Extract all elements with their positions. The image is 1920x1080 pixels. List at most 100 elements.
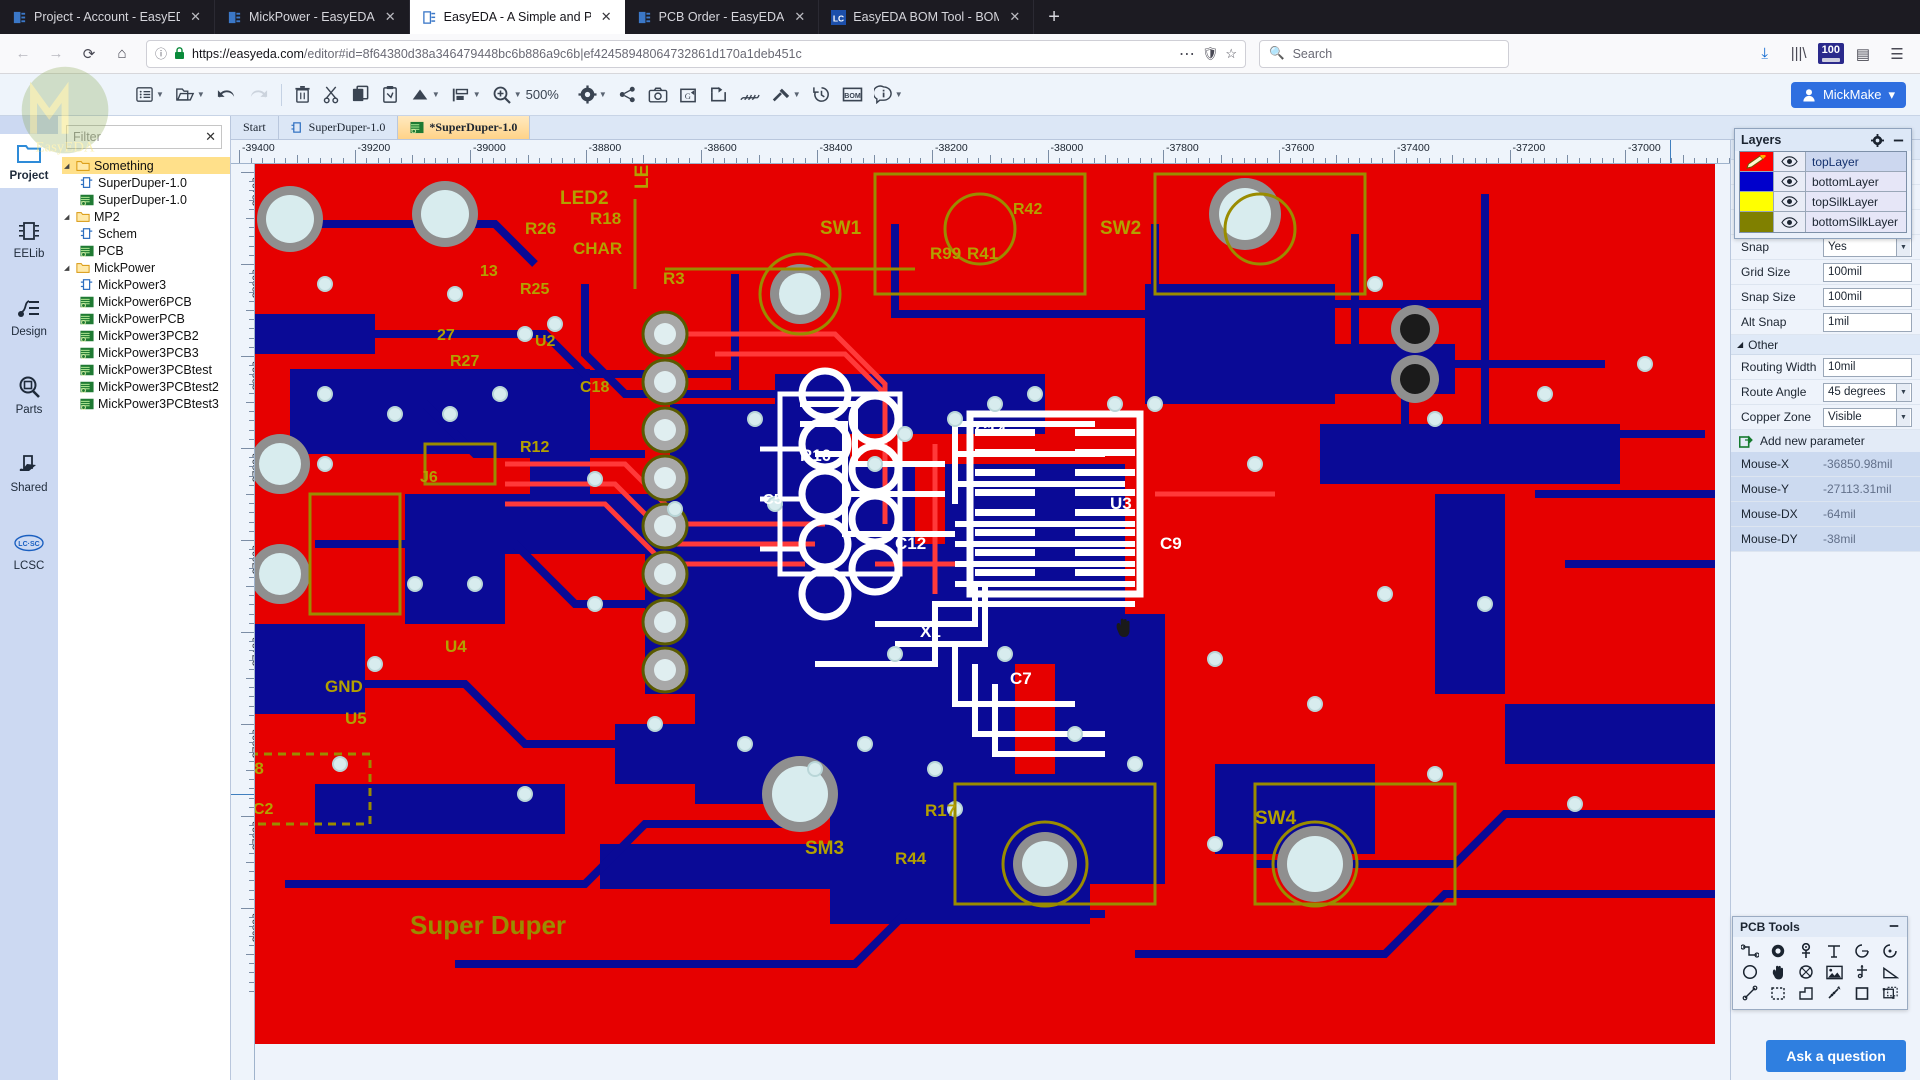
- via-icon[interactable]: [1764, 941, 1791, 961]
- image-icon[interactable]: [1820, 962, 1847, 982]
- back-icon[interactable]: ←: [8, 40, 38, 68]
- angle-icon[interactable]: [1877, 962, 1904, 982]
- property-value-select[interactable]: Yes: [1823, 238, 1912, 257]
- dimension-icon[interactable]: [1849, 962, 1876, 982]
- open-folder-button[interactable]: ▼: [170, 82, 210, 107]
- close-icon[interactable]: ✕: [791, 9, 808, 25]
- browser-tab[interactable]: MickPower - EasyEDA ✕: [215, 0, 410, 34]
- bookmark-star-icon[interactable]: ☆: [1225, 46, 1237, 62]
- chevron-down-icon[interactable]: ▼: [895, 90, 903, 99]
- chevron-down-icon[interactable]: ▼: [432, 90, 440, 99]
- ask-a-question-button[interactable]: Ask a question: [1766, 1040, 1906, 1072]
- horizontal-ruler[interactable]: -39400-39200-39000-38800-38600-38400-382…: [231, 140, 1920, 164]
- pcb-canvas[interactable]: LED2LED1R26R18CHARR3SW1SW2R251327U2C18R1…: [255, 164, 1920, 1080]
- tree-item-superduper-1.0[interactable]: SuperDuper-1.0: [62, 191, 230, 208]
- sidebar-item-lcsc[interactable]: LC·SC LCSC: [0, 524, 58, 578]
- copper-area-icon[interactable]: [1792, 962, 1819, 982]
- download-icon[interactable]: ⤓: [1750, 40, 1780, 68]
- user-account-button[interactable]: MickMake ▾: [1791, 82, 1906, 108]
- tree-item-schem[interactable]: Schem: [62, 225, 230, 242]
- sidebar-icon[interactable]: ▤: [1848, 40, 1878, 68]
- home-icon[interactable]: ⌂: [107, 40, 137, 68]
- tab-pcb-active[interactable]: *SuperDuper-1.0: [398, 116, 530, 139]
- chevron-down-icon[interactable]: ▼: [793, 90, 801, 99]
- browser-tab[interactable]: LC EasyEDA BOM Tool - BOM Sear ✕: [819, 0, 1034, 34]
- align-button[interactable]: ▼: [446, 83, 486, 107]
- circle-icon[interactable]: [1736, 962, 1763, 982]
- tree-item-superduper-1.0[interactable]: SuperDuper-1.0: [62, 174, 230, 191]
- clear-filter-icon[interactable]: ✕: [205, 129, 216, 145]
- hand-icon[interactable]: [1764, 962, 1791, 982]
- layer-row-topSilkLayer[interactable]: topSilkLayer: [1740, 192, 1906, 212]
- library-icon[interactable]: |||\: [1784, 40, 1814, 68]
- protractor-icon[interactable]: [1820, 983, 1847, 1003]
- tree-item-mickpower3[interactable]: MickPower3: [62, 276, 230, 293]
- layer-row-bottomSilkLayer[interactable]: bottomSilkLayer: [1740, 212, 1906, 232]
- sidebar-item-shared[interactable]: Shared: [0, 446, 58, 500]
- cut-button[interactable]: [317, 82, 345, 107]
- bom-button[interactable]: BOM: [837, 83, 868, 106]
- vertical-ruler[interactable]: -28400-28200-28000-27800-27600-27400-272…: [231, 164, 255, 1080]
- tree-item-pcb[interactable]: PCB: [62, 242, 230, 259]
- search-bar[interactable]: 🔍 Search: [1259, 40, 1509, 68]
- layer-color-swatch[interactable]: [1740, 172, 1774, 191]
- chevron-down-icon[interactable]: ▼: [197, 90, 205, 99]
- arc-center-icon[interactable]: [1877, 941, 1904, 961]
- delete-button[interactable]: [289, 82, 316, 107]
- sidebar-item-project[interactable]: Project: [0, 134, 58, 188]
- layer-visibility-toggle[interactable]: [1774, 172, 1806, 191]
- info-button[interactable]: ▼: [869, 82, 908, 107]
- browser-tab[interactable]: Project - Account - EasyEDA ✕: [0, 0, 215, 34]
- property-value-select[interactable]: Visible: [1823, 408, 1912, 427]
- tree-folder-something[interactable]: ◢Something: [62, 157, 230, 174]
- tree-folder-mickpower[interactable]: ◢MickPower: [62, 259, 230, 276]
- solid-region-icon[interactable]: [1764, 983, 1791, 1003]
- route-button[interactable]: [734, 83, 765, 107]
- chevron-down-icon[interactable]: ◢: [1737, 340, 1743, 349]
- measure-button[interactable]: ▼: [405, 83, 445, 107]
- tree-item-mickpower3pcbtest3[interactable]: MickPower3PCBtest3: [62, 395, 230, 412]
- tree-item-mickpower3pcb2[interactable]: MickPower3PCB2: [62, 327, 230, 344]
- pad-icon[interactable]: [1792, 941, 1819, 961]
- property-value-input[interactable]: 100mil: [1823, 263, 1912, 282]
- text-icon[interactable]: [1820, 941, 1847, 961]
- settings-gear-button[interactable]: ▼: [573, 82, 612, 107]
- tree-item-mickpower3pcbtest2[interactable]: MickPower3PCBtest2: [62, 378, 230, 395]
- sidebar-item-parts[interactable]: Parts: [0, 368, 58, 422]
- line-icon[interactable]: [1736, 983, 1763, 1003]
- chevron-down-icon[interactable]: ▼: [156, 90, 164, 99]
- layer-row-bottomLayer[interactable]: bottomLayer: [1740, 172, 1906, 192]
- pcb-artwork[interactable]: LED2LED1R26R18CHARR3SW1SW2R251327U2C18R1…: [255, 164, 1715, 1044]
- tree-item-mickpower6pcb[interactable]: MickPower6PCB: [62, 293, 230, 310]
- add-new-parameter-button[interactable]: Add new parameter: [1731, 430, 1920, 452]
- zoom-button[interactable]: ▼500%: [487, 82, 564, 108]
- arc-icon[interactable]: [1849, 941, 1876, 961]
- tree-item-mickpower3pcb3[interactable]: MickPower3PCB3: [62, 344, 230, 361]
- close-icon[interactable]: ✕: [598, 9, 615, 25]
- layer-color-swatch[interactable]: [1740, 192, 1774, 211]
- copy-button[interactable]: [346, 82, 375, 107]
- close-icon[interactable]: ✕: [187, 9, 204, 25]
- chevron-down-icon[interactable]: ▾: [1888, 87, 1895, 103]
- layer-color-swatch[interactable]: [1740, 152, 1774, 171]
- chevron-down-icon[interactable]: ◢: [64, 162, 72, 170]
- gear-icon[interactable]: [1871, 134, 1884, 147]
- close-icon[interactable]: ✕: [382, 9, 399, 25]
- layer-color-swatch[interactable]: [1740, 212, 1774, 232]
- screenshot-button[interactable]: [643, 83, 673, 107]
- generate-gerber-button[interactable]: G: [674, 83, 703, 107]
- paste-button[interactable]: [376, 82, 404, 107]
- pcb-viewport[interactable]: LED2LED1R26R18CHARR3SW1SW2R251327U2C18R1…: [255, 164, 1715, 1044]
- shield-icon[interactable]: 🛡: [1202, 46, 1219, 62]
- layer-visibility-toggle[interactable]: [1774, 212, 1806, 232]
- minimize-icon[interactable]: [1888, 920, 1900, 935]
- property-value-input[interactable]: 100mil: [1823, 288, 1912, 307]
- filter-input[interactable]: Filter: [66, 125, 222, 149]
- minimize-icon[interactable]: [1892, 134, 1905, 147]
- browser-tab[interactable]: PCB Order - EasyEDA ✕: [625, 0, 820, 34]
- property-value-input[interactable]: 1mil: [1823, 313, 1912, 332]
- container-badge[interactable]: 100: [1818, 43, 1844, 64]
- page-info-icon[interactable]: ⓘ: [155, 45, 167, 62]
- browser-tab-active[interactable]: EasyEDA - A Simple and Powerf ✕: [410, 0, 625, 34]
- chevron-down-icon[interactable]: ◢: [64, 264, 72, 272]
